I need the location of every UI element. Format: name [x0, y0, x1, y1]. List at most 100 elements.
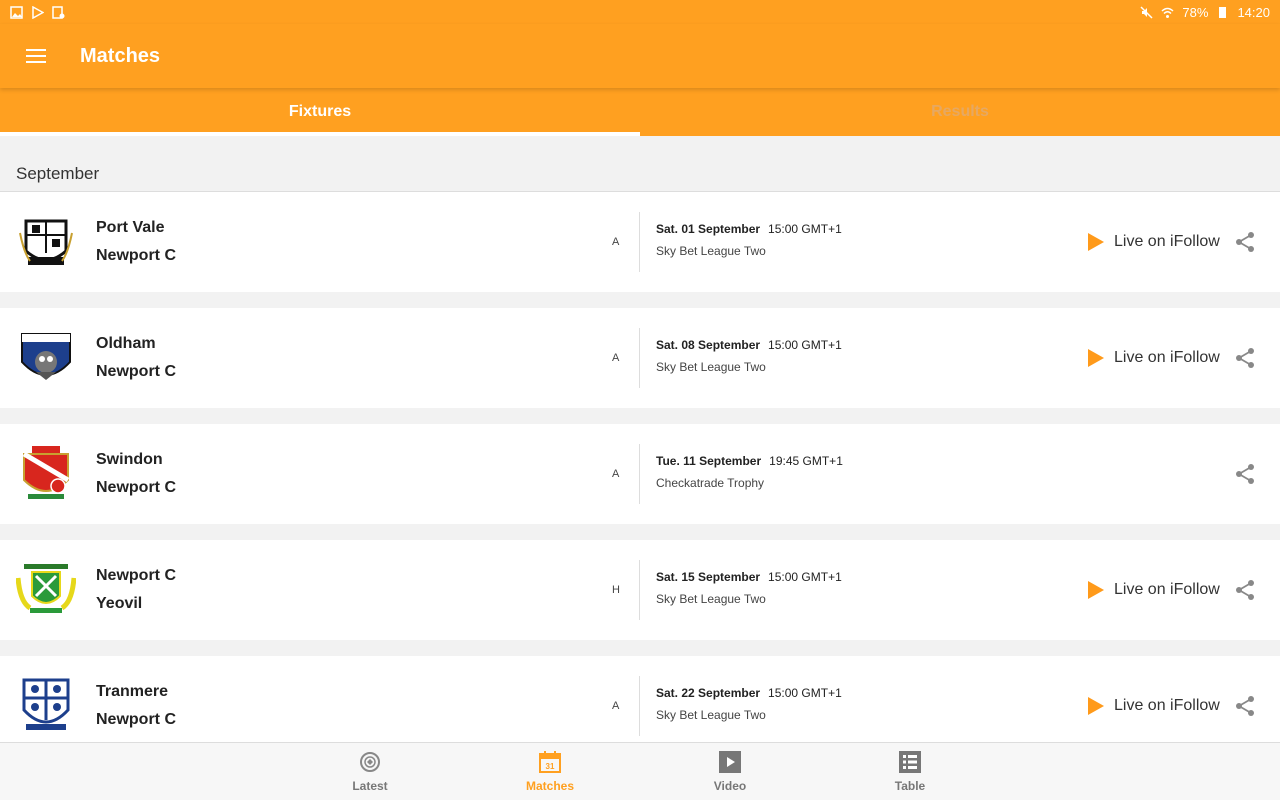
fixture-row[interactable]: Swindon Newport C A Tue. 11 September 19:…: [0, 424, 1280, 524]
club-crest-icon: [360, 751, 380, 772]
live-ifollow-button[interactable]: Live on iFollow: [1088, 233, 1220, 251]
venue-badge: A: [612, 700, 620, 712]
fixture-info: Sat. 08 September 15:00 GMT+1 Sky Bet Lea…: [656, 338, 842, 374]
tab-results[interactable]: Results: [640, 88, 1280, 136]
home-team: Tranmere: [96, 683, 169, 700]
play-icon: [1088, 581, 1104, 599]
fixture-teams: Oldham Newport C: [96, 330, 296, 386]
clock: 14:20: [1237, 4, 1270, 20]
nav-latest[interactable]: Latest: [280, 743, 460, 800]
fixture-competition: Sky Bet League Two: [656, 360, 766, 374]
venue-badge: A: [612, 236, 620, 248]
fixture-time: 19:45 GMT+1: [769, 454, 843, 468]
menu-button[interactable]: [0, 24, 72, 88]
tab-bar: Fixtures Results: [0, 88, 1280, 136]
fixture-competition: Sky Bet League Two: [656, 244, 766, 258]
calendar-icon: 31: [539, 750, 561, 773]
fixture-info: Sat. 22 September 15:00 GMT+1 Sky Bet Lea…: [656, 686, 842, 722]
home-team: Swindon: [96, 451, 163, 468]
wifi-icon: [1161, 6, 1174, 19]
fixture-competition: Checkatrade Trophy: [656, 476, 765, 490]
tranmere-crest-icon: [16, 676, 76, 736]
fixture-date: Sat. 08 September: [656, 338, 761, 352]
port-vale-crest-icon: [16, 212, 76, 272]
fixture-competition: Sky Bet League Two: [656, 708, 766, 722]
nav-label: Latest: [352, 778, 388, 793]
row-divider: [639, 444, 640, 504]
fixtures-list[interactable]: September Port Vale Newport C A Sat. 01 …: [0, 136, 1280, 742]
battery-icon: [1216, 6, 1229, 19]
row-divider: [639, 676, 640, 736]
fixture-row[interactable]: Tranmere Newport C A Sat. 22 September 15…: [0, 656, 1280, 742]
play-store-icon: [31, 5, 44, 19]
fixture-date: Sat. 22 September: [656, 686, 761, 700]
venue-badge: A: [612, 352, 620, 364]
venue-badge: A: [612, 468, 620, 480]
away-team: Newport C: [96, 711, 176, 728]
fixture-date: Sat. 15 September: [656, 570, 761, 584]
nav-label: Matches: [525, 778, 575, 793]
live-label: Live on iFollow: [1114, 581, 1220, 598]
nav-table[interactable]: Table: [820, 743, 1000, 800]
fixture-competition: Sky Bet League Two: [656, 592, 766, 606]
row-divider: [639, 212, 640, 272]
nav-matches[interactable]: 31 Matches: [460, 743, 640, 800]
row-divider: [639, 560, 640, 620]
fixture-row[interactable]: Newport C Yeovil H Sat. 15 September 15:0…: [0, 540, 1280, 640]
play-icon: [1088, 697, 1104, 715]
tab-fixtures[interactable]: Fixtures: [0, 88, 640, 136]
video-icon: [719, 750, 741, 773]
home-team: Newport C: [96, 567, 176, 584]
live-ifollow-button[interactable]: Live on iFollow: [1088, 349, 1220, 367]
fixture-row[interactable]: Port Vale Newport C A Sat. 01 September 1…: [0, 192, 1280, 292]
nav-video[interactable]: Video: [640, 743, 820, 800]
play-icon: [1088, 349, 1104, 367]
fixture-info: Tue. 11 September 19:45 GMT+1 Checkatrade…: [656, 454, 843, 490]
oldham-crest-icon: [16, 328, 76, 388]
fixture-date: Tue. 11 September: [656, 454, 762, 468]
fixture-row[interactable]: Oldham Newport C A Sat. 08 September 15:0…: [0, 308, 1280, 408]
live-label: Live on iFollow: [1114, 697, 1220, 714]
live-label: Live on iFollow: [1114, 233, 1220, 250]
play-icon: [1088, 233, 1104, 251]
fixture-teams: Tranmere Newport C: [96, 678, 296, 734]
venue-badge: H: [612, 584, 620, 596]
fixture-teams: Swindon Newport C: [96, 446, 296, 502]
status-right: 78% 14:20: [1140, 5, 1270, 20]
away-team: Yeovil: [96, 595, 143, 612]
fixture-time: 15:00 GMT+1: [768, 338, 842, 352]
nav-label: Video: [713, 778, 747, 793]
share-icon[interactable]: [1234, 347, 1256, 369]
yeovil-crest-icon: [16, 560, 76, 620]
share-icon[interactable]: [1234, 579, 1256, 601]
away-team: Newport C: [96, 363, 176, 380]
status-left: [10, 5, 65, 19]
share-icon[interactable]: [1234, 695, 1256, 717]
live-ifollow-button[interactable]: Live on iFollow: [1088, 697, 1220, 715]
home-team: Oldham: [96, 335, 156, 352]
bottom-nav: Latest 31 Matches Video Table: [0, 742, 1280, 800]
home-team: Port Vale: [96, 219, 165, 236]
fixture-time: 15:00 GMT+1: [768, 686, 842, 700]
fixture-info: Sat. 15 September 15:00 GMT+1 Sky Bet Lea…: [656, 570, 842, 606]
live-label: Live on iFollow: [1114, 349, 1220, 366]
away-team: Newport C: [96, 479, 176, 496]
fixture-info: Sat. 01 September 15:00 GMT+1 Sky Bet Lea…: [656, 222, 842, 258]
status-bar: 78% 14:20: [0, 0, 1280, 24]
live-ifollow-button[interactable]: Live on iFollow: [1088, 581, 1220, 599]
download-icon: [52, 5, 65, 19]
calendar-day: 31: [546, 762, 555, 771]
app-bar: Matches: [0, 24, 1280, 88]
row-divider: [639, 328, 640, 388]
away-team: Newport C: [96, 247, 176, 264]
mute-icon: [1140, 5, 1153, 19]
fixture-date: Sat. 01 September: [656, 222, 761, 236]
page-title: Matches: [80, 44, 161, 67]
fixture-teams: Port Vale Newport C: [96, 214, 296, 270]
nav-label: Table: [894, 778, 926, 793]
share-icon[interactable]: [1234, 231, 1256, 253]
share-icon[interactable]: [1234, 463, 1256, 485]
month-header: September: [0, 136, 1280, 192]
fixture-time: 15:00 GMT+1: [768, 222, 842, 236]
battery-percent: 78%: [1182, 4, 1209, 20]
